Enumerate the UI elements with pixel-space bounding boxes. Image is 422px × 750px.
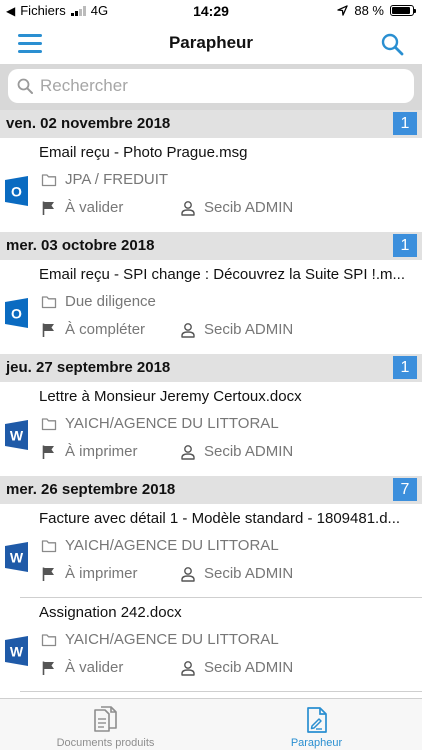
user-icon — [181, 200, 195, 216]
svg-text:W: W — [10, 428, 24, 444]
outlook-file-icon: O — [5, 176, 28, 206]
folder-icon — [41, 539, 57, 552]
folder-row: Due diligence — [41, 293, 156, 310]
section-header: jeu. 27 septembre 2018 1 — [0, 354, 422, 382]
user-icon — [181, 322, 195, 338]
user-name: Secib ADMIN — [204, 659, 294, 676]
list-item[interactable]: W Lettre à Monsieur Jeremy Certoux.docx … — [0, 382, 422, 476]
status-label: À imprimer — [65, 565, 138, 582]
status-label: À compléter — [65, 321, 146, 338]
status-row: À imprimer — [41, 565, 138, 582]
flag-icon — [42, 661, 54, 675]
svg-text:O: O — [11, 306, 22, 322]
search-icon[interactable] — [380, 32, 404, 56]
outlook-file-icon: O — [5, 298, 28, 328]
folder-name: Due diligence — [65, 293, 156, 310]
status-bar: ◀ Fichiers 4G 14:29 88 % — [0, 0, 422, 22]
count-badge: 1 — [393, 356, 417, 379]
list-item[interactable]: W Assignation 242.docx YAICH/AGENCE DU L… — [0, 598, 422, 692]
user-row: Secib ADMIN — [180, 565, 293, 582]
folder-row: YAICH/AGENCE DU LITTORAL — [41, 415, 279, 432]
flag-icon — [42, 445, 54, 459]
user-name: Secib ADMIN — [204, 321, 294, 338]
folder-icon — [41, 173, 57, 186]
user-name: Secib ADMIN — [204, 199, 294, 216]
user-name: Secib ADMIN — [204, 565, 294, 582]
user-row: Secib ADMIN — [180, 443, 293, 460]
document-list[interactable]: ven. 02 novembre 2018 1 O Email reçu - P… — [0, 110, 422, 698]
flag-icon — [42, 201, 54, 215]
document-name: Lettre à Monsieur Jeremy Certoux.docx — [39, 388, 302, 405]
folder-row: YAICH/AGENCE DU LITTORAL — [41, 537, 279, 554]
status-label: À valider — [65, 199, 124, 216]
document-name: Facture avec détail 1 - Modèle standard … — [39, 510, 401, 527]
folder-name: YAICH/AGENCE DU LITTORAL — [65, 631, 279, 648]
tab-label: Documents produits — [56, 737, 155, 749]
section-date: mer. 03 octobre 2018 — [6, 237, 155, 254]
status-label: À valider — [65, 659, 124, 676]
folder-row: JPA / FREDUIT — [41, 171, 168, 188]
list-item[interactable]: W Facture avec détail 1 - Modèle standar… — [0, 504, 422, 598]
status-row: À compléter — [41, 321, 145, 338]
search-bar — [0, 64, 422, 110]
battery-icon — [390, 5, 416, 16]
svg-text:O: O — [11, 184, 22, 200]
user-icon — [181, 444, 195, 460]
parapheur-icon — [307, 707, 327, 733]
folder-name: YAICH/AGENCE DU LITTORAL — [65, 537, 279, 554]
document-name: Email reçu - Photo Prague.msg — [39, 144, 248, 161]
section-header: ven. 02 novembre 2018 1 — [0, 110, 422, 138]
tab-label: Parapheur — [290, 737, 343, 749]
tab-parapheur[interactable]: Parapheur — [211, 699, 422, 750]
svg-text:W: W — [10, 644, 24, 660]
user-row: Secib ADMIN — [180, 199, 293, 216]
svg-text:W: W — [10, 550, 24, 566]
document-name: Assignation 242.docx — [39, 604, 182, 621]
list-item[interactable]: O Email reçu - Photo Prague.msg JPA / FR… — [0, 138, 422, 232]
search-field[interactable] — [8, 69, 414, 103]
list-item[interactable]: O Email reçu - SPI change : Découvrez la… — [0, 260, 422, 354]
tab-bar: Documents produits Parapheur — [0, 698, 422, 750]
user-name: Secib ADMIN — [204, 443, 294, 460]
section-date: mer. 26 septembre 2018 — [6, 481, 176, 498]
count-badge: 7 — [393, 478, 417, 501]
status-label: À imprimer — [65, 443, 138, 460]
folder-icon — [41, 417, 57, 430]
folder-row: YAICH/AGENCE DU LITTORAL — [41, 631, 279, 648]
user-icon — [181, 660, 195, 676]
status-battery-text: 88 % — [354, 3, 384, 18]
folder-icon — [41, 295, 57, 308]
location-arrow-icon — [337, 5, 349, 16]
folder-name: YAICH/AGENCE DU LITTORAL — [65, 415, 279, 432]
status-row: À imprimer — [41, 443, 138, 460]
word-file-icon: W — [5, 542, 28, 572]
tab-documents-produits[interactable]: Documents produits — [0, 699, 211, 750]
section-date: ven. 02 novembre 2018 — [6, 115, 171, 132]
navbar: Parapheur — [0, 22, 422, 64]
flag-icon — [42, 323, 54, 337]
folder-name: JPA / FREDUIT — [65, 171, 169, 188]
magnifier-icon — [17, 78, 33, 94]
status-row: À valider — [41, 659, 123, 676]
user-row: Secib ADMIN — [180, 659, 293, 676]
flag-icon — [42, 567, 54, 581]
count-badge: 1 — [393, 234, 417, 257]
word-file-icon: W — [5, 636, 28, 666]
search-input[interactable] — [40, 76, 380, 96]
count-badge: 1 — [393, 112, 417, 135]
user-icon — [181, 566, 195, 582]
user-row: Secib ADMIN — [180, 321, 293, 338]
document-name: Email reçu - SPI change : Découvrez la S… — [39, 266, 405, 283]
status-row: À valider — [41, 199, 123, 216]
folder-icon — [41, 633, 57, 646]
section-date: jeu. 27 septembre 2018 — [6, 359, 171, 376]
word-file-icon: W — [5, 420, 28, 450]
documents-icon — [94, 706, 117, 732]
section-header: mer. 26 septembre 2018 7 — [0, 476, 422, 504]
section-header: mer. 03 octobre 2018 1 — [0, 232, 422, 260]
page-title: Parapheur — [168, 33, 254, 52]
